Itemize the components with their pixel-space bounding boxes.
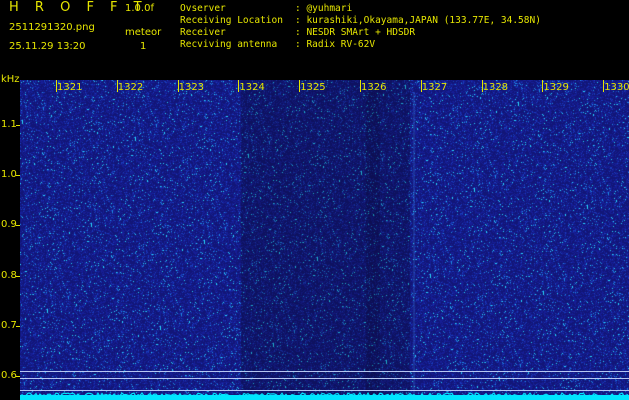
x-tick-label: 1328: [482, 82, 509, 93]
y-tick-mark: [16, 276, 20, 277]
x-tick-label: 1326: [361, 82, 387, 93]
file-name: 2511291320.png: [9, 22, 95, 33]
x-tick-label: 1329: [543, 82, 569, 93]
info-row-antenna: Recviving antenna : Radix RV-62V: [180, 39, 541, 51]
x-tick-label: 1325: [300, 82, 326, 93]
y-tick-label: 1.0: [1, 169, 17, 180]
y-tick-label: 0.6: [1, 370, 17, 381]
info-key: Ovserver: [180, 3, 226, 14]
info-value: : NESDR SMArt + HDSDR: [295, 27, 416, 38]
x-tick-mark: [56, 80, 57, 92]
x-tick-mark: [299, 80, 301, 92]
y-tick-label: 1.1: [1, 119, 17, 130]
x-tick-mark: [360, 80, 361, 92]
waterfall-canvas[interactable]: [20, 80, 629, 400]
x-tick-mark: [542, 80, 544, 92]
info-key: Receiver: [180, 27, 226, 38]
info-row-receiver: Receiver : NESDR SMArt + HDSDR: [180, 27, 541, 39]
marker-line-middle: [20, 378, 629, 379]
x-tick-label: 1322: [117, 82, 144, 93]
y-tick-label: 0.9: [1, 219, 17, 230]
meteor-count: 1: [140, 41, 147, 52]
signal-trace: [20, 391, 629, 400]
info-value: : kurashiki,Okayama,JAPAN (133.77E, 34.5…: [295, 15, 541, 26]
info-key: Recviving antenna: [180, 39, 278, 50]
y-tick-label: 0.7: [1, 320, 17, 331]
x-tick-mark: [177, 80, 179, 92]
x-tick-label: 1321: [57, 82, 83, 93]
info-key: Receiving Location: [180, 15, 283, 26]
x-tick-label: 1327: [421, 82, 448, 93]
marker-line-upper: [20, 371, 629, 372]
info-value: : @yuhmari: [295, 3, 353, 14]
x-tick-label: 1324: [239, 82, 265, 93]
y-tick-mark: [16, 376, 20, 377]
info-row-observer: Ovserver : @yuhmari: [180, 3, 541, 15]
timestamp: 25.11.29 13:20: [9, 41, 86, 52]
y-tick-mark: [16, 125, 20, 126]
y-tick-mark: [16, 175, 20, 176]
info-value: : Radix RV-62V: [295, 39, 376, 50]
y-tick-mark: [16, 326, 20, 327]
info-row-location: Receiving Location : kurashiki,Okayama,JA…: [180, 15, 541, 27]
y-tick-mark: [16, 225, 20, 226]
x-tick-mark: [238, 80, 240, 92]
x-tick-mark: [420, 80, 422, 92]
x-tick-label: 1323: [178, 82, 205, 93]
station-info: Ovserver : @yuhmari Receiving Location : k…: [180, 3, 541, 51]
y-tick-label: 0.8: [1, 270, 17, 281]
x-tick-label: 1330: [604, 82, 629, 93]
version-label: 1.0.0f: [125, 3, 154, 14]
waterfall-plot[interactable]: [20, 80, 629, 400]
y-axis-unit: kHz: [1, 74, 20, 85]
meteor-label: meteor: [125, 27, 162, 38]
x-tick-mark: [481, 80, 483, 92]
x-tick-mark: [603, 80, 605, 92]
x-tick-mark: [116, 80, 118, 92]
